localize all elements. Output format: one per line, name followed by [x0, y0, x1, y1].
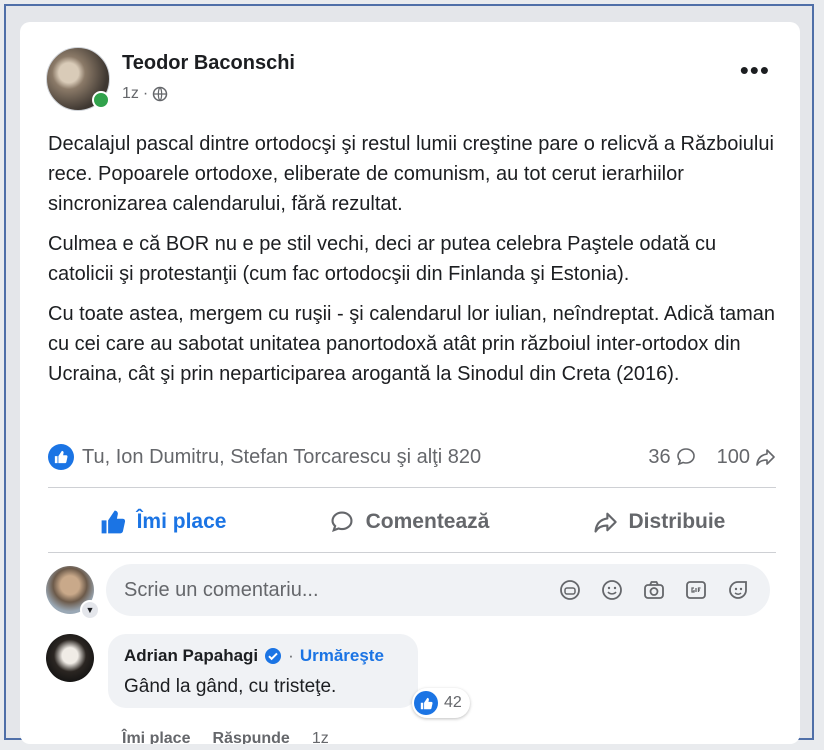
- chevron-down-icon[interactable]: ▼: [80, 600, 100, 620]
- like-reaction-icon[interactable]: [48, 444, 74, 470]
- comment-author-name[interactable]: Adrian Papahagi: [124, 646, 258, 666]
- comment-bubble: Adrian Papahagi · Urmăreşte Gând la gând…: [108, 634, 418, 708]
- reactors-text[interactable]: Tu, Ion Dumitru, Stefan Torcarescu şi al…: [82, 446, 628, 469]
- comment-input[interactable]: [106, 577, 556, 603]
- avatar-sticker-icon[interactable]: [556, 576, 584, 604]
- post-paragraph: Cu toate astea, mergem cu ruşii - şi cal…: [48, 303, 776, 385]
- post-body: Decalajul pascal dintre ortodocşi şi res…: [48, 129, 783, 399]
- comment-time[interactable]: 1z: [312, 730, 329, 744]
- divider: [48, 487, 776, 488]
- comment-item: Adrian Papahagi · Urmăreşte Gând la gând…: [46, 634, 786, 744]
- gif-icon[interactable]: [682, 576, 710, 604]
- verified-badge-icon: [265, 648, 282, 664]
- follow-button[interactable]: Urmăreşte: [300, 646, 384, 666]
- post-actions: Îmi place Comentează Distribuie: [48, 497, 776, 547]
- screenshot-frame: Teodor Baconschi 1z · ••• Decalajul pasc…: [4, 4, 814, 744]
- comment-input-box[interactable]: [106, 564, 770, 616]
- comment-reaction-count: 42: [444, 694, 462, 711]
- comment-button[interactable]: Comentează: [328, 509, 490, 535]
- post-time[interactable]: 1z: [122, 85, 139, 103]
- comments-count[interactable]: 36: [648, 446, 696, 469]
- globe-icon: [152, 86, 168, 102]
- comment-composer: ▼: [46, 564, 786, 620]
- comment-actions: Îmi place Răspunde 1z: [122, 730, 329, 744]
- comment-reply-button[interactable]: Răspunde: [212, 730, 289, 744]
- like-reaction-icon: [414, 691, 438, 715]
- post-paragraph: Decalajul pascal dintre ortodocşi şi res…: [48, 133, 774, 215]
- comment-icon: [331, 511, 353, 533]
- comment-bubble-icon: [676, 448, 695, 466]
- share-arrow-icon: [756, 449, 775, 466]
- author-avatar[interactable]: [46, 47, 110, 111]
- commenter-avatar[interactable]: [46, 634, 94, 682]
- composer-icons: [556, 576, 770, 604]
- shares-count-value: 100: [716, 445, 750, 468]
- thumbs-up-icon: [101, 510, 125, 534]
- post-meta: 1z ·: [122, 85, 168, 103]
- post-author-name[interactable]: Teodor Baconschi: [122, 52, 295, 75]
- comments-count-value: 36: [648, 445, 671, 468]
- online-status-dot: [92, 91, 110, 109]
- post-card: Teodor Baconschi 1z · ••• Decalajul pasc…: [20, 22, 800, 744]
- sticker-icon[interactable]: [724, 576, 752, 604]
- dot-separator: ·: [288, 646, 294, 665]
- post-paragraph: Culmea e că BOR nu e pe stil vechi, deci…: [48, 233, 717, 285]
- camera-icon[interactable]: [640, 576, 668, 604]
- comment-text: Gând la gând, cu tristeţe.: [124, 676, 337, 697]
- like-button[interactable]: Îmi place: [99, 509, 227, 535]
- comment-like-button[interactable]: Îmi place: [122, 730, 190, 744]
- emoji-icon[interactable]: [598, 576, 626, 604]
- comment-button-label: Comentează: [365, 510, 490, 533]
- more-options-button[interactable]: •••: [740, 57, 770, 83]
- reactions-summary: Tu, Ion Dumitru, Stefan Torcarescu şi al…: [48, 442, 776, 472]
- share-button-label: Distribuie: [628, 510, 726, 533]
- like-button-label: Îmi place: [136, 510, 227, 533]
- share-icon: [593, 512, 617, 533]
- divider: [48, 552, 776, 553]
- meta-separator: ·: [142, 85, 149, 102]
- comment-reaction-summary[interactable]: 42: [412, 688, 470, 718]
- comment-author-line: Adrian Papahagi · Urmăreşte: [124, 646, 384, 666]
- share-button[interactable]: Distribuie: [591, 509, 726, 535]
- shares-count[interactable]: 100: [717, 446, 776, 469]
